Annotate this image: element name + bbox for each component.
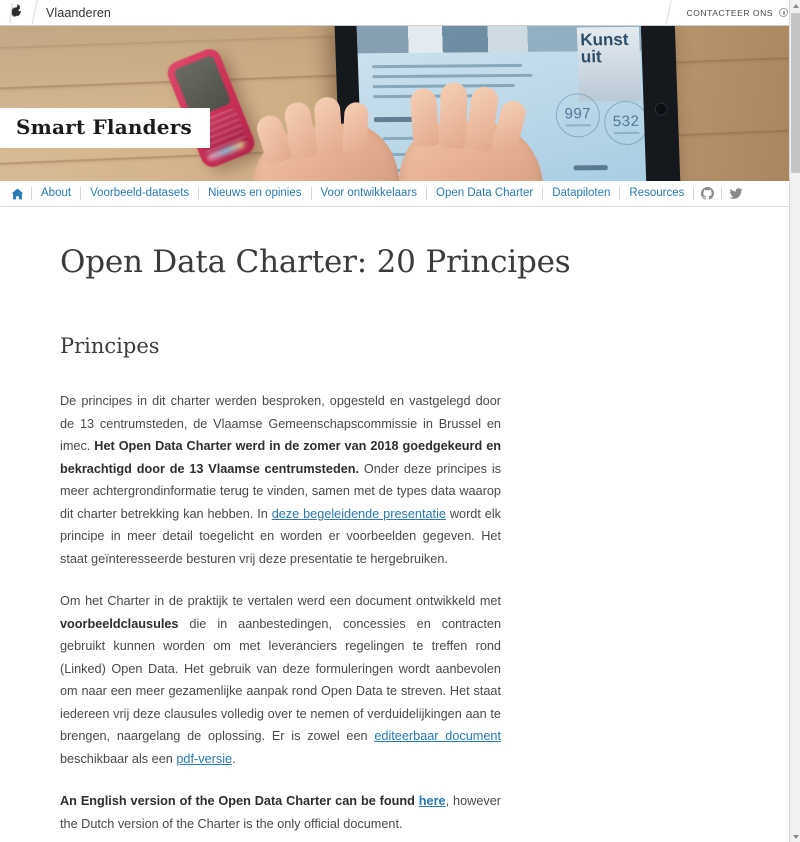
nav-item-open-data-charter[interactable]: Open Data Charter bbox=[427, 181, 542, 206]
finger bbox=[342, 101, 369, 153]
paragraph-2-part-4: . bbox=[232, 751, 236, 766]
dashboard-stat-value-1: 997 bbox=[564, 104, 592, 123]
govbar-divider bbox=[31, 0, 38, 26]
hero-banner: Kunst uit 997 532 Smart Flanders bbox=[0, 26, 800, 181]
scrollbar-thumb[interactable] bbox=[791, 13, 800, 173]
hero-photo: Kunst uit 997 532 bbox=[0, 26, 800, 181]
paragraph-2-part-2: die in aanbestedingen, concessies en con… bbox=[60, 616, 501, 744]
intro-paragraph-3: An English version of the Open Data Char… bbox=[60, 790, 501, 835]
dashboard-subheading bbox=[373, 116, 415, 123]
nav-item-resources[interactable]: Resources bbox=[620, 181, 693, 206]
main-navigation: About Voorbeeld-datasets Nieuws en opini… bbox=[0, 181, 800, 207]
finger bbox=[313, 96, 344, 157]
person-icon bbox=[779, 8, 788, 17]
github-icon bbox=[701, 187, 715, 200]
dashboard-stat-value-2: 532 bbox=[612, 112, 640, 130]
nav-item-about[interactable]: About bbox=[32, 181, 80, 206]
scrollbar-down-arrow[interactable] bbox=[790, 831, 800, 842]
nav-item-datapiloten[interactable]: Datapiloten bbox=[543, 181, 619, 206]
page-root: Vlaanderen CONTACTEER ONS Kunst uit 997 … bbox=[0, 0, 800, 842]
contact-us-label: CONTACTEER ONS bbox=[686, 7, 773, 18]
twitter-icon bbox=[729, 188, 743, 199]
home-icon bbox=[11, 188, 24, 199]
nav-item-home[interactable] bbox=[6, 188, 31, 200]
intro-paragraph-1: De principes in dit charter werden bespr… bbox=[60, 390, 501, 570]
dashboard-stat-caption bbox=[565, 123, 591, 126]
dashboard-subheading bbox=[573, 165, 608, 171]
nav-item-twitter[interactable] bbox=[722, 187, 750, 200]
paragraph-2-bold-1: voorbeeldclausules bbox=[60, 616, 179, 631]
finger bbox=[438, 82, 468, 149]
dashboard-poster: Kunst uit bbox=[576, 26, 642, 102]
page-scrollbar[interactable] bbox=[789, 0, 800, 842]
paragraph-2-part-3: beschikbaar als een bbox=[60, 751, 177, 766]
dashboard-text-line bbox=[372, 73, 533, 79]
intro-paragraph-2: Om het Charter in de praktijk te vertale… bbox=[60, 590, 501, 770]
finger bbox=[409, 87, 440, 148]
section-heading-principes: Principes bbox=[60, 334, 160, 358]
government-top-bar: Vlaanderen CONTACTEER ONS bbox=[0, 0, 800, 26]
contact-us-button[interactable]: CONTACTEER ONS bbox=[664, 0, 800, 26]
nav-item-nieuws-en-opinies[interactable]: Nieuws en opinies bbox=[199, 181, 310, 206]
page-title: Open Data Charter: 20 Principes bbox=[60, 244, 571, 280]
dashboard-stat-circle-2: 532 bbox=[603, 100, 647, 146]
govbar-brand[interactable]: Vlaanderen bbox=[0, 0, 111, 26]
link-pdf-versie[interactable]: pdf-versie bbox=[176, 752, 232, 766]
dashboard-text-line bbox=[372, 63, 523, 69]
nav-item-voor-ontwikkelaars[interactable]: Voor ontwikkelaars bbox=[312, 181, 427, 206]
hero-title-text: Smart Flanders bbox=[16, 115, 192, 139]
dashboard-stat-circle-1: 997 bbox=[555, 93, 601, 138]
hero-title-badge: Smart Flanders bbox=[0, 108, 210, 148]
scrollbar-up-arrow[interactable] bbox=[790, 0, 800, 11]
dashboard-stat-caption bbox=[613, 131, 640, 134]
link-begeleidende-presentatie[interactable]: deze begeleidende presentatie bbox=[272, 507, 446, 521]
nav-item-voorbeeld-datasets[interactable]: Voorbeeld-datasets bbox=[81, 181, 198, 206]
main-content: Open Data Charter: 20 Principes Principe… bbox=[0, 207, 800, 842]
link-english-version-here[interactable]: here bbox=[419, 794, 446, 808]
paragraph-2-part-1: Om het Charter in de praktijk te vertale… bbox=[60, 594, 501, 608]
paragraph-3-bold-1: An English version of the Open Data Char… bbox=[60, 794, 419, 808]
link-editeerbaar-document[interactable]: editeerbaar document bbox=[374, 729, 501, 743]
tablet-home-button bbox=[654, 102, 668, 116]
nav-item-github[interactable] bbox=[694, 187, 721, 200]
govbar-right-divider bbox=[664, 0, 672, 26]
govbar-title: Vlaanderen bbox=[46, 5, 111, 20]
flemish-lion-icon bbox=[9, 2, 21, 23]
